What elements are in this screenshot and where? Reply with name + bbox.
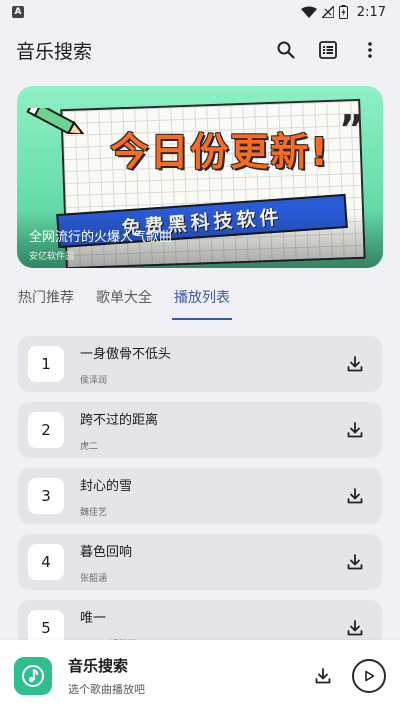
download-icon <box>347 356 363 372</box>
player-download-button[interactable] <box>308 661 338 691</box>
signal-icon <box>321 6 334 18</box>
song-index: 2 <box>28 412 64 448</box>
banner-headline: 今日份更新! <box>110 129 330 174</box>
list-item[interactable]: 2 跨不过的距离 虎二 <box>18 402 382 458</box>
banner-caption: 全网流行的火爆人气歌曲 安亿软件园 <box>17 210 383 268</box>
status-time: 2:17 <box>356 4 386 20</box>
app-logo <box>14 657 52 695</box>
list-item[interactable]: 1 一身傲骨不低头 侯泽润 <box>18 336 382 392</box>
download-icon <box>315 668 331 684</box>
mini-player[interactable]: 音乐搜索 选个歌曲播放吧 <box>0 640 400 712</box>
player-title: 音乐搜索 <box>68 657 129 675</box>
song-title: 封心的雪 <box>80 478 133 494</box>
search-icon <box>277 41 295 59</box>
pencil-icon <box>26 108 86 134</box>
song-title: 暮色回响 <box>80 544 133 560</box>
download-button[interactable] <box>340 481 370 511</box>
status-bar: A 2:17 <box>0 0 400 24</box>
notification-icon: A <box>12 6 24 18</box>
category-tabs: 热门推荐 歌单大全 播放列表 <box>0 282 400 320</box>
more-options-button[interactable] <box>352 32 388 68</box>
song-artist: 侯泽润 <box>80 375 108 386</box>
tab-playlists[interactable]: 歌单大全 <box>96 282 152 320</box>
playlist-button[interactable] <box>310 32 346 68</box>
list-item[interactable]: 3 封心的雪 魏佳艺 <box>18 468 382 524</box>
banner-title: 全网流行的火爆人气歌曲 <box>29 230 173 245</box>
song-title: 跨不过的距离 <box>80 412 159 428</box>
download-icon <box>347 422 363 438</box>
more-vert-icon <box>368 42 372 58</box>
featured-banner[interactable]: ” 今日份更新! 免费黑科技软件 全网流行的火爆人气歌曲 安亿软件园 <box>17 86 383 268</box>
music-note-icon <box>22 665 44 687</box>
download-button[interactable] <box>340 613 370 643</box>
play-button[interactable] <box>352 659 386 693</box>
play-icon <box>365 670 375 682</box>
download-button[interactable] <box>340 547 370 577</box>
list-item[interactable]: 4 暮色回响 张韶涵 <box>18 534 382 590</box>
song-title: 一身傲骨不低头 <box>80 346 172 362</box>
search-button[interactable] <box>268 32 304 68</box>
tab-play-queue[interactable]: 播放列表 <box>172 282 232 320</box>
song-index: 1 <box>28 346 64 382</box>
wifi-icon <box>300 6 317 18</box>
song-index: 3 <box>28 478 64 514</box>
song-list: 1 一身傲骨不低头 侯泽润 2 跨不过的距离 虎二 3 封心的雪 魏佳艺 4 暮… <box>18 336 382 666</box>
player-subtitle: 选个歌曲播放吧 <box>68 683 145 696</box>
app-title: 音乐搜索 <box>16 40 93 63</box>
battery-icon <box>338 5 348 19</box>
banner-source: 安亿软件园 <box>29 252 75 262</box>
song-index: 4 <box>28 544 64 580</box>
song-artist: 虎二 <box>80 441 99 452</box>
song-artist: 张韶涵 <box>80 573 108 584</box>
app-bar: 音乐搜索 <box>0 24 400 76</box>
download-icon <box>347 620 363 636</box>
download-button[interactable] <box>340 415 370 445</box>
download-icon <box>347 554 363 570</box>
tab-hot-recommend[interactable]: 热门推荐 <box>18 282 74 320</box>
song-artist: 魏佳艺 <box>80 507 108 518</box>
download-button[interactable] <box>340 349 370 379</box>
list-icon <box>319 41 337 59</box>
song-title: 唯一 <box>80 610 107 626</box>
download-icon <box>347 488 363 504</box>
